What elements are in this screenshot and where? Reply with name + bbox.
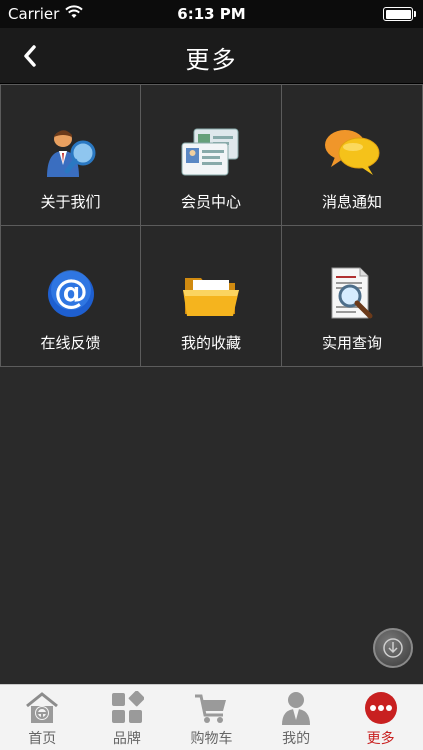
scroll-down-button[interactable] <box>373 628 413 668</box>
grid-item-label: 实用查询 <box>321 334 382 352</box>
grid-item-member-center[interactable]: 会员中心 <box>140 85 282 226</box>
grid-item-practical-query[interactable]: 实用查询 <box>281 226 423 367</box>
tab-label: 更多 <box>366 731 395 747</box>
home-icon <box>24 690 60 726</box>
tab-home[interactable]: 首页 <box>0 685 85 750</box>
grid-item-favorites[interactable]: 我的收藏 <box>140 226 282 367</box>
at-sign-icon: @ <box>39 266 103 322</box>
tab-bar: 首页 品牌 购物车 我的 更多 <box>0 684 423 750</box>
cart-icon <box>193 690 229 726</box>
folder-icon <box>179 266 243 322</box>
feature-grid: 关于我们 会员中心 消息通知 @ 在线反馈 我的收藏 实用查询 <box>0 84 423 367</box>
grid-item-label: 关于我们 <box>40 193 101 211</box>
member-card-icon <box>179 125 243 181</box>
navigation-bar: 更多 <box>0 28 423 84</box>
tab-cart[interactable]: 购物车 <box>169 685 254 750</box>
svg-text:@: @ <box>54 272 88 312</box>
grid-item-label: 消息通知 <box>321 193 382 211</box>
grid-item-notifications[interactable]: 消息通知 <box>281 85 423 226</box>
grid-item-feedback[interactable]: @ 在线反馈 <box>0 226 141 367</box>
about-us-icon <box>39 125 103 181</box>
status-bar: Carrier 6:13 PM <box>0 0 423 28</box>
grid-item-label: 我的收藏 <box>180 334 241 352</box>
grid-item-label: 在线反馈 <box>40 334 101 352</box>
more-dots-icon <box>363 690 399 726</box>
document-search-icon <box>320 266 384 322</box>
grid-item-label: 会员中心 <box>180 193 241 211</box>
chat-bubbles-icon <box>320 125 384 181</box>
tab-label: 首页 <box>28 731 57 747</box>
grid-item-about-us[interactable]: 关于我们 <box>0 85 141 226</box>
tab-mine[interactable]: 我的 <box>254 685 339 750</box>
tab-brand[interactable]: 品牌 <box>85 685 170 750</box>
battery-icon <box>383 7 416 21</box>
tab-label: 我的 <box>282 731 311 747</box>
clock: 6:13 PM <box>177 5 246 23</box>
tab-label: 品牌 <box>112 731 141 747</box>
page-title: 更多 <box>185 46 238 74</box>
tab-more[interactable]: 更多 <box>338 685 423 750</box>
user-icon <box>278 690 314 726</box>
arrow-down-icon <box>383 638 403 658</box>
tab-label: 购物车 <box>190 731 233 747</box>
brand-grid-icon <box>109 690 145 726</box>
